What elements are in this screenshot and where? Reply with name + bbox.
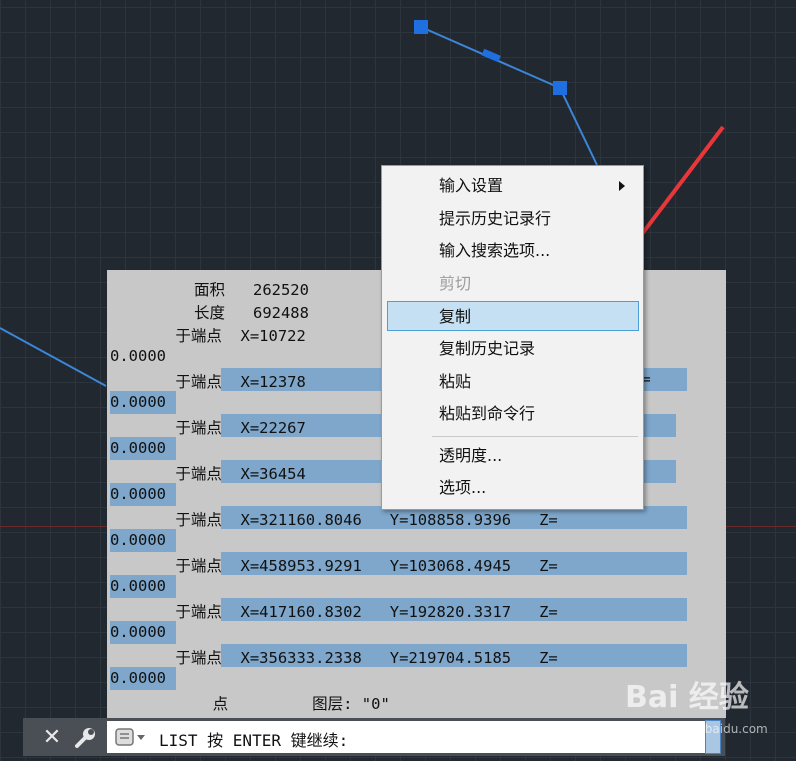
- history-line: 于端点 X=458953.9291 Y=103068.4945 Z=: [107, 552, 726, 575]
- context-menu[interactable]: 输入设置提示历史记录行 输入搜索选项... 剪切复制复制历史记录 粘贴粘贴到命令行 透明…: [381, 165, 644, 510]
- menu-item-label: 透明度...: [439, 445, 503, 465]
- watermark-text: Bai 经验: [625, 680, 749, 715]
- polyline-segment[interactable]: [0, 327, 107, 387]
- menu-item-label: 粘贴: [439, 371, 472, 391]
- history-line-text: 于端点 X=36454: [110, 465, 306, 483]
- history-line-text: 于端点 X=321160.8046 Y=108858.9396 Z=: [110, 511, 558, 529]
- history-line-text: 0.0000: [110, 393, 166, 411]
- menu-item[interactable]: 粘贴: [387, 367, 639, 397]
- menu-item[interactable]: 粘贴到命令行: [387, 399, 639, 429]
- history-line-text: 0.0000: [110, 347, 166, 365]
- grip-midpoint[interactable]: [481, 48, 501, 63]
- menu-item[interactable]: 提示历史记录行: [387, 204, 639, 234]
- history-line-text: 点 图层: "0": [110, 695, 390, 713]
- watermark: Bai 经验 jingyan.baidu.com: [615, 670, 768, 740]
- menu-item-label: 输入设置: [439, 176, 504, 195]
- menu-separator: [432, 435, 638, 437]
- menu-item[interactable]: 透明度...: [387, 441, 639, 471]
- polyline-segment[interactable]: [559, 87, 598, 166]
- history-line: 0.0000: [107, 575, 726, 598]
- close-icon[interactable]: ✕: [41, 727, 63, 749]
- history-line-text: 0.0000: [110, 669, 166, 687]
- history-line: 于端点 X=417160.8302 Y=192820.3317 Z=: [107, 598, 726, 621]
- menu-item-label: 复制: [439, 307, 472, 327]
- history-line: 于端点 X=356333.2338 Y=219704.5185 Z=: [107, 644, 726, 667]
- history-line: 0.0000: [107, 621, 726, 644]
- watermark-url: jingyan.baidu.com: [657, 722, 768, 736]
- history-line-text: 于端点 X=12378: [110, 373, 306, 391]
- grip-handle[interactable]: [414, 20, 428, 34]
- menu-item[interactable]: 选项...: [387, 473, 639, 503]
- menu-item[interactable]: 输入搜索选项...: [387, 236, 639, 266]
- recent-commands-icon[interactable]: [113, 726, 147, 748]
- history-line-text: 于端点 X=417160.8302 Y=192820.3317 Z=: [110, 603, 558, 621]
- history-line: 0.0000: [107, 529, 726, 552]
- history-line-text: 于端点 X=10722: [110, 327, 306, 345]
- menu-item-label: 复制历史记录: [439, 339, 536, 358]
- menu-item-label: 输入搜索选项...: [439, 241, 551, 261]
- history-line-text: 0.0000: [110, 531, 166, 549]
- history-line-text: 0.0000: [110, 577, 166, 595]
- menu-item-label: 剪切: [439, 273, 472, 293]
- menu-item: 剪切: [387, 269, 639, 299]
- menu-item[interactable]: 复制: [387, 301, 639, 332]
- history-line-text: 面积 262520: [110, 281, 309, 299]
- history-line-text: 于端点 X=458953.9291 Y=103068.4945 Z=: [110, 557, 558, 575]
- command-prompt: LIST 按 ENTER 键继续:: [159, 731, 349, 750]
- menu-item[interactable]: 复制历史记录: [387, 334, 639, 364]
- history-line-text: 0.0000: [110, 439, 166, 457]
- menu-item[interactable]: 输入设置: [387, 171, 639, 201]
- menu-item-label: 提示历史记录行: [439, 208, 552, 228]
- history-line-text: 0.0000: [110, 623, 166, 641]
- submenu-arrow-icon: [619, 181, 625, 191]
- history-line-text: 长度 692488: [110, 304, 309, 322]
- history-line-text: 于端点 X=356333.2338 Y=219704.5185 Z=: [110, 649, 558, 667]
- menu-item-label: 粘贴到命令行: [439, 404, 536, 424]
- history-line-text: 0.0000: [110, 485, 166, 503]
- history-line-text: 于端点 X=22267: [110, 419, 306, 437]
- menu-item-label: 选项...: [439, 478, 487, 498]
- wrench-icon[interactable]: [73, 726, 97, 750]
- grip-handle[interactable]: [553, 81, 567, 95]
